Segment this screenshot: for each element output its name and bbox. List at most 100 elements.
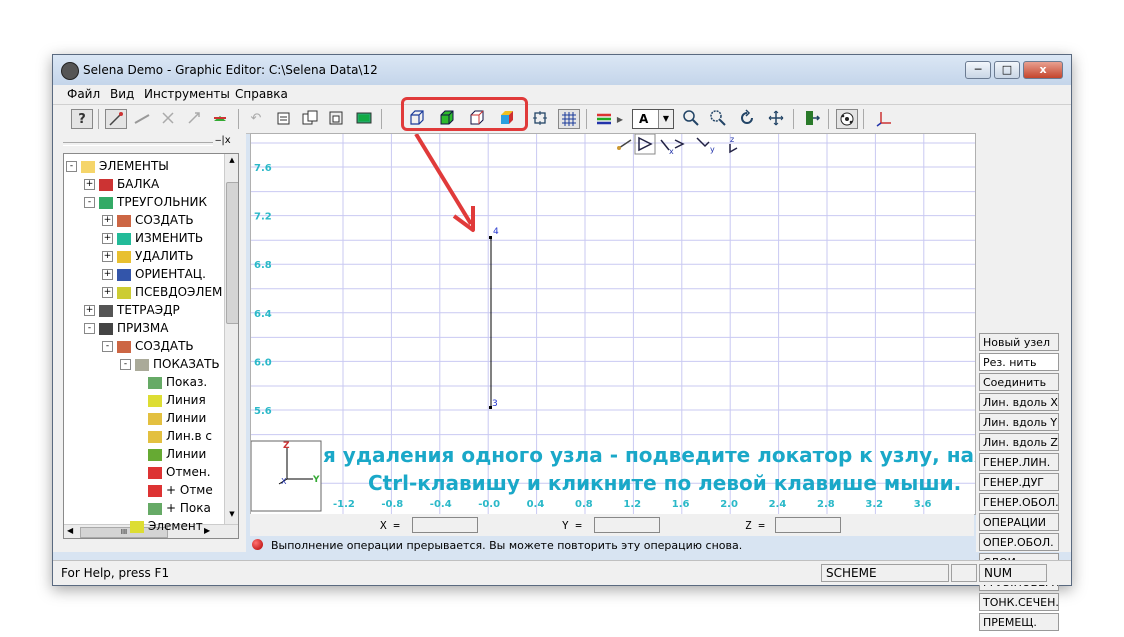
op-button[interactable]: ТОНК.СЕЧЕН. bbox=[979, 593, 1059, 611]
exit-door-icon[interactable] bbox=[801, 109, 823, 129]
elements-panel: ‒|x ▲ ▼ ◀ III ▶ - ЭЛЕМЕНТЫ + БАЛКА - ТРЕУГОЛЬ… bbox=[53, 133, 246, 552]
axes-icon[interactable] bbox=[873, 109, 895, 129]
collapse-icon[interactable]: - bbox=[66, 161, 77, 172]
tree-item[interactable]: - ПОКАЗАТЬ bbox=[120, 355, 220, 373]
expand-icon[interactable]: + bbox=[84, 179, 95, 190]
expand-icon[interactable]: + bbox=[102, 215, 113, 226]
tree-item-label: Показ. bbox=[166, 375, 208, 389]
tree-item[interactable]: Линия bbox=[148, 391, 206, 409]
tree-vertical-scrollbar[interactable]: ▲ ▼ bbox=[224, 154, 238, 524]
tree-item[interactable]: + Пока bbox=[148, 499, 211, 517]
scroll-down-icon[interactable]: ▼ bbox=[226, 510, 238, 520]
tree-item[interactable]: - ТРЕУГОЛЬНИК bbox=[84, 193, 207, 211]
monitor-icon[interactable] bbox=[353, 109, 375, 129]
collapse-icon[interactable]: - bbox=[84, 323, 95, 334]
line-tool-icon[interactable] bbox=[131, 109, 153, 129]
op-button[interactable]: ГЕНЕР.ЛИН. bbox=[979, 453, 1059, 471]
tree-item[interactable]: + УДАЛИТЬ bbox=[102, 247, 193, 265]
collapse-icon[interactable]: - bbox=[84, 197, 95, 208]
z-coord-field[interactable] bbox=[775, 517, 841, 533]
view-orientation-toolbar[interactable]: x y z bbox=[617, 134, 738, 156]
collapse-icon[interactable]: - bbox=[102, 341, 113, 352]
zoom-window-icon[interactable] bbox=[707, 109, 729, 129]
zoom-in-icon[interactable] bbox=[680, 109, 702, 129]
scroll-thumb[interactable] bbox=[226, 182, 238, 324]
open-icon[interactable] bbox=[273, 109, 295, 129]
menu-help[interactable]: Справка bbox=[235, 87, 288, 101]
rotate-icon[interactable] bbox=[736, 109, 758, 129]
op-button[interactable]: ГЕНЕР.ОБОЛ. bbox=[979, 493, 1059, 511]
tree-item[interactable]: Линии bbox=[148, 409, 206, 427]
expand-icon[interactable]: + bbox=[102, 251, 113, 262]
scroll-up-icon[interactable]: ▲ bbox=[226, 156, 238, 166]
op-button[interactable]: Новый узел bbox=[979, 333, 1059, 351]
menu-tools[interactable]: Инструменты bbox=[144, 87, 230, 101]
expand-icon[interactable]: + bbox=[102, 269, 113, 280]
canvas-svg[interactable]: 7.6 7.2 6.8 6.4 6.0 5.6 -1.2 -0.8 -0.4 -0.0 0.4 0.… bbox=[251, 134, 975, 514]
op-button[interactable]: ОПЕР.ОБОЛ. bbox=[979, 533, 1059, 551]
maximize-button[interactable]: □ bbox=[994, 61, 1020, 79]
op-button[interactable]: ОПЕРАЦИИ bbox=[979, 513, 1059, 531]
layers-icon[interactable] bbox=[593, 109, 615, 129]
panel-pin-close[interactable]: ‒|x bbox=[215, 135, 231, 146]
expand-icon[interactable]: + bbox=[84, 305, 95, 316]
op-button[interactable]: ПРЕМЕЩ. bbox=[979, 613, 1059, 631]
expand-icon[interactable]: + bbox=[102, 233, 113, 244]
message-bar: Выполнение операции прерывается. Вы може… bbox=[250, 537, 974, 555]
x-tick-label: 0.4 bbox=[527, 499, 545, 510]
node-tool-icon[interactable] bbox=[105, 109, 127, 129]
tree-item[interactable]: + Отме bbox=[148, 481, 213, 499]
tree-item[interactable]: Отмен. bbox=[148, 463, 211, 481]
tree-item[interactable]: - СОЗДАТЬ bbox=[102, 337, 194, 355]
tree-item[interactable]: + СОЗДАТЬ bbox=[102, 211, 194, 229]
pan-icon[interactable] bbox=[765, 109, 787, 129]
scroll-left-icon[interactable]: ◀ bbox=[67, 526, 73, 535]
layers-dropdown-icon[interactable]: ▶ bbox=[615, 109, 625, 129]
op-button[interactable]: Соединить bbox=[979, 373, 1059, 391]
grid-toggle-icon[interactable] bbox=[558, 109, 580, 129]
chevron-down-icon[interactable]: ▼ bbox=[658, 110, 673, 128]
scroll-right-icon[interactable]: ▶ bbox=[204, 526, 210, 535]
prism-icon bbox=[99, 322, 113, 335]
x-coord-field[interactable] bbox=[412, 517, 478, 533]
tree-item[interactable]: + ТЕТРАЭДР bbox=[84, 301, 180, 319]
tree-item[interactable]: + ОРИЕНТАЦ. bbox=[102, 265, 206, 283]
colored-element-icon[interactable] bbox=[209, 109, 231, 129]
minimize-button[interactable]: ─ bbox=[965, 61, 991, 79]
menu-file[interactable]: Файл bbox=[67, 87, 100, 101]
x-coord-label: X = bbox=[380, 519, 400, 532]
tree-item-label: ПСЕВДОЭЛЕМ bbox=[135, 285, 223, 299]
help-icon[interactable]: ? bbox=[71, 109, 93, 129]
expand-icon[interactable]: + bbox=[102, 287, 113, 298]
y-coord-field[interactable] bbox=[594, 517, 660, 533]
graphic-canvas[interactable]: 7.6 7.2 6.8 6.4 6.0 5.6 -1.2 -0.8 -0.4 -0.0 0.4 0.… bbox=[250, 133, 976, 515]
tree-item[interactable]: + ПСЕВДОЭЛЕМ bbox=[102, 283, 222, 301]
font-combo[interactable]: A ▼ bbox=[632, 109, 674, 129]
tree-item[interactable]: - ПРИЗМА bbox=[84, 319, 169, 337]
tree-item[interactable]: - ЭЛЕМЕНТЫ bbox=[66, 157, 169, 175]
tree-item[interactable]: Линии bbox=[148, 445, 206, 463]
close-button[interactable]: x bbox=[1023, 61, 1063, 79]
op-button[interactable]: ГЕНЕР.ДУГ bbox=[979, 473, 1059, 491]
tree-item[interactable]: + БАЛКА bbox=[84, 175, 159, 193]
fit-view-icon[interactable] bbox=[529, 109, 551, 129]
beam-icon bbox=[99, 178, 113, 191]
collapse-icon[interactable]: - bbox=[120, 359, 131, 370]
ball-icon[interactable] bbox=[836, 109, 858, 129]
tree-item[interactable]: Элемент bbox=[130, 517, 203, 535]
tree-item[interactable]: Лин.в с bbox=[148, 427, 212, 445]
node-4[interactable] bbox=[489, 236, 492, 239]
cut-tool-icon[interactable] bbox=[157, 109, 179, 129]
copy-icon[interactable] bbox=[299, 109, 321, 129]
tree-item[interactable]: + ИЗМЕНИТЬ bbox=[102, 229, 203, 247]
op-button[interactable]: Рез. нить bbox=[979, 353, 1059, 371]
app-icon bbox=[61, 62, 79, 80]
op-button[interactable]: Лин. вдоль Y bbox=[979, 413, 1059, 431]
undo-icon[interactable]: ↶ bbox=[245, 109, 267, 129]
menu-view[interactable]: Вид bbox=[110, 87, 134, 101]
op-button[interactable]: Лин. вдоль X bbox=[979, 393, 1059, 411]
arrow-tool-icon[interactable] bbox=[183, 109, 205, 129]
tree-item[interactable]: Показ. bbox=[148, 373, 207, 391]
paste-icon[interactable] bbox=[325, 109, 347, 129]
op-button[interactable]: Лин. вдоль Z bbox=[979, 433, 1059, 451]
